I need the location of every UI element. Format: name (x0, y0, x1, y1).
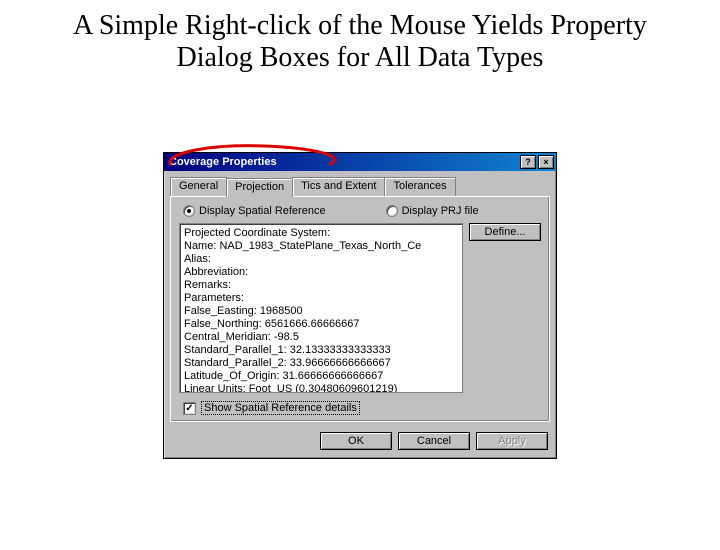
properties-window: Coverage Properties ? × General Projecti… (163, 152, 557, 459)
radio-icon (183, 205, 195, 217)
radio-label: Display Spatial Reference (199, 205, 326, 217)
list-item: Remarks: (184, 279, 458, 292)
radio-display-prj[interactable]: Display PRJ file (386, 205, 479, 217)
close-button[interactable]: × (538, 155, 554, 169)
show-details-row: ✓ Show Spatial Reference details (179, 401, 541, 415)
tab-tics-extent[interactable]: Tics and Extent (292, 177, 385, 196)
define-button[interactable]: Define... (469, 223, 541, 241)
radio-group: Display Spatial Reference Display PRJ fi… (179, 205, 541, 217)
tab-general[interactable]: General (170, 177, 227, 196)
list-item: Alias: (184, 253, 458, 266)
dialog-container: Coverage Properties ? × General Projecti… (163, 152, 557, 459)
list-item: Latitude_Of_Origin: 31.66666666666667 (184, 370, 458, 383)
list-item: False_Easting: 1968500 (184, 305, 458, 318)
list-item: Central_Meridian: -98.5 (184, 331, 458, 344)
radio-label: Display PRJ file (402, 205, 479, 217)
show-details-label[interactable]: Show Spatial Reference details (201, 401, 360, 415)
list-item: False_Northing: 6561666.66666667 (184, 318, 458, 331)
dialog-buttons: OK Cancel Apply (164, 428, 556, 458)
annotation-circle (155, 142, 355, 172)
list-item: Projected Coordinate System: (184, 227, 458, 240)
apply-button[interactable]: Apply (476, 432, 548, 450)
tab-tolerances[interactable]: Tolerances (384, 177, 455, 196)
list-item: Name: NAD_1983_StatePlane_Texas_North_Ce (184, 240, 458, 253)
radio-icon (386, 205, 398, 217)
list-item: Standard_Parallel_1: 32.13333333333333 (184, 344, 458, 357)
tab-panel-projection: Display Spatial Reference Display PRJ fi… (170, 196, 550, 422)
help-button[interactable]: ? (520, 155, 536, 169)
radio-display-sr[interactable]: Display Spatial Reference (183, 205, 326, 217)
list-item: Parameters: (184, 292, 458, 305)
list-item: Standard_Parallel_2: 33.96666666666667 (184, 357, 458, 370)
spatial-reference-listbox[interactable]: Projected Coordinate System: Name: NAD_1… (179, 223, 463, 393)
ok-button[interactable]: OK (320, 432, 392, 450)
list-item: Abbreviation: (184, 266, 458, 279)
slide-title: A Simple Right-click of the Mouse Yields… (40, 10, 680, 74)
list-item: Linear Units: Foot_US (0.30480609601219) (184, 383, 458, 393)
show-details-checkbox[interactable]: ✓ (183, 402, 196, 415)
tab-projection[interactable]: Projection (226, 178, 293, 197)
cancel-button[interactable]: Cancel (398, 432, 470, 450)
tab-strip: General Projection Tics and Extent Toler… (164, 171, 556, 196)
